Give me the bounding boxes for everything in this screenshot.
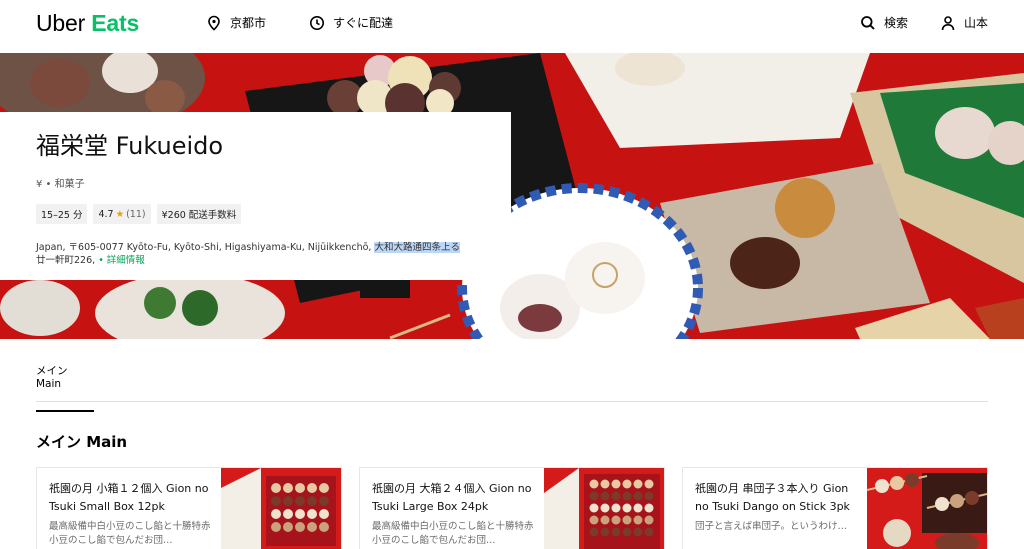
- menu-item-image: [221, 468, 341, 549]
- user-name: 山本: [964, 16, 989, 30]
- address-highlight: 大和大路通四条上る: [374, 242, 460, 253]
- menu-item-title: 祇園の月 串団子３本入り Gion no Tsuki Dango on Stic…: [695, 482, 850, 513]
- location-selector[interactable]: 京都市: [206, 14, 266, 31]
- store-hero-banner: 福栄堂 Fukueido ¥ • 和菓子 15–25 分 4.7 ★ (11) …: [0, 53, 1024, 339]
- search-icon: [861, 15, 875, 30]
- logo-uber-text: Uber: [36, 10, 86, 36]
- clock-icon: [310, 15, 324, 30]
- menu-item-image: [544, 468, 664, 549]
- menu-item-text: 祇園の月 大箱２４個入 Gion no Tsuki Large Box 24pk…: [372, 480, 537, 548]
- location-pin-icon: [208, 15, 220, 31]
- section-title: メイン Main: [36, 433, 128, 451]
- menu-tabbar: メイン Main: [36, 339, 988, 412]
- menu-item-text: 祇園の月 串団子３本入り Gion no Tsuki Dango on Stic…: [695, 480, 860, 534]
- rating-chip[interactable]: 4.7 ★ (11): [93, 204, 151, 224]
- delivery-fee-chip: ¥260 配送手数料: [156, 204, 242, 224]
- dango-box-image: [221, 468, 341, 549]
- more-info-link[interactable]: • 詳細情報: [98, 255, 145, 266]
- tab-main[interactable]: メイン Main: [36, 363, 94, 412]
- menu-item-text: 祇園の月 小箱１２個入 Gion no Tsuki Small Box 12pk…: [49, 480, 214, 548]
- menu-item-image: [867, 468, 987, 549]
- store-info-card: 福栄堂 Fukueido ¥ • 和菓子 15–25 分 4.7 ★ (11) …: [0, 112, 511, 280]
- account-button[interactable]: 山本: [940, 14, 988, 31]
- search-label: 検索: [884, 16, 909, 30]
- search-button[interactable]: 検索: [860, 14, 908, 31]
- menu-item-description: 団子と言えば串団子。というわけ…: [695, 521, 848, 532]
- delivery-time-label: すぐに配達: [333, 16, 394, 30]
- eta-chip: 15–25 分: [36, 204, 88, 224]
- delivery-time-selector[interactable]: すぐに配達: [309, 14, 393, 31]
- uber-eats-logo[interactable]: Uber Eats: [36, 10, 139, 37]
- rating-value: 4.7: [98, 208, 114, 220]
- rating-count: (11): [126, 208, 146, 220]
- user-icon: [941, 15, 955, 30]
- logo-eats-text: Eats: [91, 10, 140, 36]
- store-name: 福栄堂 Fukueido: [36, 132, 224, 160]
- menu-item-title: 祇園の月 小箱１２個入 Gion no Tsuki Small Box 12pk: [49, 482, 209, 513]
- top-header: Uber Eats 京都市 すぐに配達 検索 山本: [0, 0, 1024, 53]
- dango-box-image: [544, 468, 664, 549]
- menu-item-description: 最高級備中白小豆のこし餡と十勝特赤小豆のこし餡で包んだお団…: [49, 521, 211, 546]
- menu-item-description: 最高級備中白小豆のこし餡と十勝特赤小豆のこし餡で包んだお団…: [372, 521, 534, 546]
- dango-stick-image: [867, 468, 987, 549]
- address-text-1: Japan, 〒605-0077 Kyōto-Fu, Kyōto-Shi, Hi…: [36, 242, 375, 253]
- address-text-2: 廿一軒町226,: [36, 255, 99, 266]
- location-label: 京都市: [230, 16, 267, 30]
- menu-item-card[interactable]: 祇園の月 串団子３本入り Gion no Tsuki Dango on Stic…: [682, 467, 988, 549]
- menu-item-title: 祇園の月 大箱２４個入 Gion no Tsuki Large Box 24pk: [372, 482, 532, 513]
- menu-item-card[interactable]: 祇園の月 大箱２４個入 Gion no Tsuki Large Box 24pk…: [359, 467, 665, 549]
- store-address: Japan, 〒605-0077 Kyōto-Fu, Kyōto-Shi, Hi…: [36, 241, 486, 267]
- star-icon: ★: [115, 208, 125, 220]
- store-meta-chips: 15–25 分 4.7 ★ (11) ¥260 配送手数料: [36, 204, 475, 224]
- menu-item-card[interactable]: 祇園の月 小箱１２個入 Gion no Tsuki Small Box 12pk…: [36, 467, 342, 549]
- store-category: ¥ • 和菓子: [36, 179, 85, 190]
